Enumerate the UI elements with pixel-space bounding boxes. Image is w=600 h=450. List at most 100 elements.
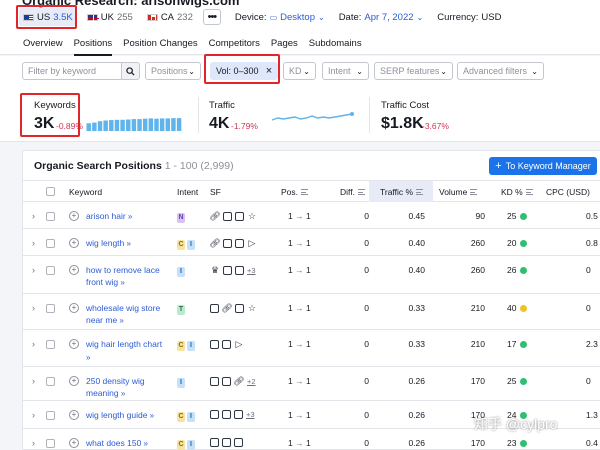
positions-filter[interactable]: Positions ⌄ [145,62,201,80]
image-pack-icon[interactable] [235,211,244,221]
chevron-right-icon[interactable]: › [32,438,35,448]
star-icon[interactable]: ☆ [247,211,257,221]
intent-badge-c[interactable]: C [177,440,185,450]
traffic-cost-value[interactable]: $1.8K [381,115,424,133]
col-cpc[interactable]: CPC (USD) [546,187,590,197]
intent-filter[interactable]: Intent ⌄ [322,62,369,80]
chat-icon[interactable] [222,410,231,419]
keyword-link[interactable]: wig hair length chart » [86,338,164,364]
keyword-link[interactable]: arison hair » [86,210,164,223]
intent-badge-t[interactable]: T [177,305,185,315]
intent-badge-n[interactable]: N [177,213,185,223]
link-icon[interactable]: 🔗︎ [221,303,232,313]
table-row[interactable]: › +250 density wig meaning » I 🔗︎ +2 1 → 1 0 0.… [23,367,600,401]
search-icon[interactable] [121,62,140,80]
chevron-right-icon[interactable]: › [32,376,35,386]
row-checkbox[interactable] [46,212,55,221]
row-checkbox[interactable] [46,239,55,248]
row-checkbox[interactable] [46,439,55,448]
video-icon[interactable]: ▷ [234,339,244,349]
row-checkbox[interactable] [46,377,55,386]
chevron-right-icon[interactable]: › [32,265,35,275]
chevron-right-icon[interactable]: › [32,339,35,349]
keyword-link[interactable]: wholesale wig store near me » [86,302,164,327]
table-row[interactable]: › + how to remove lace front wig » I ♛ +3 1 → … [23,256,600,294]
intent-badge-i[interactable]: I [187,341,195,351]
traffic-value[interactable]: 4K [209,115,229,133]
table-row[interactable]: › + wig hair length chart » C I ▷ 1 → 1 0 0.33 21… [23,330,600,367]
more-databases-button[interactable]: ••• [202,9,221,25]
tab-pages[interactable]: Pages [271,33,298,55]
volume-cell[interactable]: 260 [457,238,485,248]
video-icon[interactable]: ▷ [247,238,257,248]
add-keyword-icon[interactable]: + [69,438,79,448]
tab-overview[interactable]: Overview [23,33,63,55]
row-checkbox[interactable] [46,266,55,275]
volume-cell[interactable]: 260 [457,265,485,275]
chevron-right-icon[interactable]: › [32,238,35,248]
intent-badge-c[interactable]: C [177,240,185,250]
chat-icon[interactable] [210,438,219,447]
col-volume[interactable]: Volume [439,187,478,197]
image-icon[interactable] [223,211,232,221]
volume-cell[interactable]: 210 [457,339,485,349]
serp-features-more[interactable]: +3 [247,266,256,275]
volume-cell[interactable]: 210 [457,303,485,313]
keyword-link[interactable]: wig length guide » [86,409,164,422]
chat-icon[interactable] [235,238,244,248]
image-pack-icon[interactable] [234,438,243,447]
col-sf[interactable]: SF [210,187,221,197]
add-keyword-icon[interactable]: + [69,410,79,420]
row-checkbox[interactable] [46,411,55,420]
image-pack-icon[interactable] [234,410,243,419]
link-icon[interactable]: 🔗︎ [209,238,220,248]
col-kd[interactable]: KD % [501,187,533,197]
chat-icon[interactable] [223,265,232,275]
chat-icon[interactable] [210,303,219,313]
col-diff[interactable]: Diff. [340,187,365,197]
crown-icon[interactable]: ♛ [210,265,220,275]
volume-cell[interactable]: 170 [457,376,485,386]
table-row[interactable]: › + wig length » C I 🔗︎ ▷ 1 → 1 0 0.40 260 20 0.8 [23,229,600,256]
add-keyword-icon[interactable]: + [69,265,79,275]
tab-subdomains[interactable]: Subdomains [309,33,362,55]
intent-badge-i[interactable]: I [187,240,195,250]
keyword-link[interactable]: wig length » [86,237,164,250]
col-intent[interactable]: Intent [177,187,198,197]
add-keyword-icon[interactable]: + [69,303,79,313]
image-icon[interactable] [222,438,231,447]
database-uk[interactable]: UK 255 [83,8,137,26]
table-row[interactable]: › + arison hair » N 🔗︎ ☆ 1 → 1 0 0.45 90 25 0.5 [23,202,600,229]
device-selector[interactable]: Device: ▭ Desktop ⌄ [235,12,325,23]
chevron-right-icon[interactable]: › [32,211,35,221]
chevron-right-icon[interactable]: › [32,410,35,420]
tab-positions[interactable]: Positions [73,33,112,56]
advanced-filters[interactable]: Advanced filters ⌄ [457,62,544,80]
star-icon[interactable]: ☆ [247,303,257,313]
intent-badge-i[interactable]: I [187,440,195,450]
database-ca[interactable]: CA 232 [143,8,197,26]
serp-features-filter[interactable]: SERP features ⌄ [374,62,453,80]
keyword-filter-input[interactable]: Filter by keyword [22,62,122,80]
select-all-checkbox[interactable] [46,187,55,196]
table-row[interactable]: › + wholesale wig store near me » T 🔗︎ ☆ 1 → 1… [23,294,600,330]
intent-badge-i[interactable]: I [177,378,185,388]
kd-filter[interactable]: KD ⌄ [283,62,316,80]
volume-cell[interactable]: 90 [457,211,485,221]
volume-cell[interactable]: 170 [457,438,485,448]
add-keyword-icon[interactable]: + [69,211,79,221]
link-icon[interactable]: 🔗︎ [209,211,220,221]
serp-features-more[interactable]: +2 [247,377,256,386]
keyword-link[interactable]: what does 150 » [86,437,164,450]
intent-badge-c[interactable]: C [177,341,185,351]
intent-badge-i[interactable]: I [177,267,185,277]
intent-badge-c[interactable]: C [177,412,185,422]
row-checkbox[interactable] [46,304,55,313]
add-keyword-icon[interactable]: + [69,376,79,386]
chat-icon[interactable] [222,376,231,386]
tab-competitors[interactable]: Competitors [209,33,260,55]
serp-features-more[interactable]: +3 [246,410,255,419]
chevron-right-icon[interactable]: › [32,303,35,313]
keyword-link[interactable]: how to remove lace front wig » [86,264,164,289]
image-icon[interactable] [210,376,219,386]
